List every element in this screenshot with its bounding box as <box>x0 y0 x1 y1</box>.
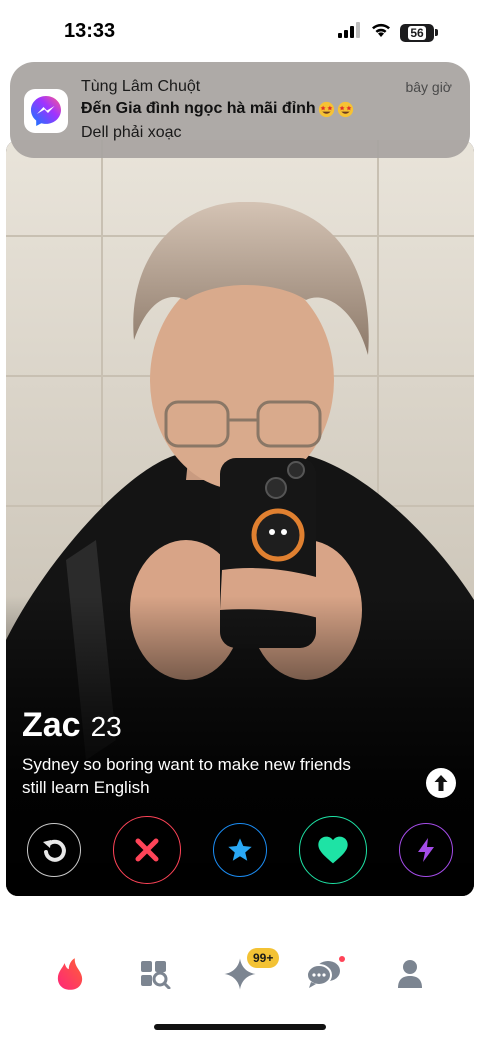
person-icon <box>398 960 422 988</box>
battery-icon: 56 <box>400 23 438 42</box>
nav-messages[interactable] <box>304 954 344 994</box>
rewind-icon <box>43 839 66 862</box>
profile-info-button[interactable] <box>426 768 456 798</box>
messages-dot <box>339 956 345 962</box>
heart-icon <box>318 836 348 864</box>
battery: 56 <box>400 23 434 42</box>
flame-icon <box>57 958 83 990</box>
boost-button[interactable] <box>399 823 453 877</box>
super-like-button[interactable] <box>213 823 267 877</box>
nav-profile[interactable] <box>390 954 430 994</box>
name-row: Zac 23 <box>22 706 404 745</box>
profile-info: Zac 23 Sydney so boring want to make new… <box>22 706 404 799</box>
signal-icon <box>338 22 362 43</box>
likes-badge: 99+ <box>247 948 280 968</box>
lightning-icon <box>418 838 434 862</box>
arrow-up-icon <box>434 775 448 791</box>
profile-bio: Sydney so boring want to make new friend… <box>22 753 404 799</box>
home-indicator <box>154 1024 326 1030</box>
notification-banner[interactable]: Tùng Lâm Chuột bây giờ Đến Gia đình ngọc… <box>10 62 470 158</box>
notification-body: Dell phải xoạc <box>81 124 182 141</box>
explore-icon <box>141 961 171 989</box>
notification-sender: Tùng Lâm Chuột <box>81 78 201 95</box>
star-struck-emoji <box>318 101 334 117</box>
action-row <box>6 816 474 884</box>
battery-level: 56 <box>408 25 426 40</box>
star-icon <box>228 838 252 861</box>
notification-title-text: Đến Gia đình ngọc hà mãi đỉnh <box>81 100 316 117</box>
like-button[interactable] <box>299 816 367 884</box>
nav-discover[interactable] <box>50 954 90 994</box>
notification-title: Đến Gia đình ngọc hà mãi đỉnh <box>81 100 354 118</box>
profile-name: Zac <box>22 706 81 744</box>
profile-bio-line: still learn English <box>22 778 150 797</box>
star-struck-emoji <box>337 101 353 117</box>
status-bar: 13:33 56 <box>0 0 480 62</box>
status-time: 13:33 <box>64 20 116 42</box>
nav-explore[interactable] <box>135 954 175 994</box>
profile-card[interactable]: Zac 23 Sydney so boring want to make new… <box>6 140 474 896</box>
status-icons: 56 <box>338 22 438 43</box>
close-icon <box>135 838 159 862</box>
bottom-nav: 99+ <box>0 940 480 1010</box>
screen: 13:33 56 Zac 23 Sydney so boring want to… <box>0 0 480 1040</box>
profile-age: 23 <box>90 711 122 742</box>
battery-tip <box>435 29 438 36</box>
wifi-icon <box>370 22 392 43</box>
notification-time: bây giờ <box>405 79 452 95</box>
nope-button[interactable] <box>113 816 181 884</box>
rewind-button[interactable] <box>27 823 81 877</box>
messenger-icon <box>24 89 68 133</box>
profile-bio-line: Sydney so boring want to make new friend… <box>22 755 351 774</box>
chat-icon <box>306 961 340 988</box>
